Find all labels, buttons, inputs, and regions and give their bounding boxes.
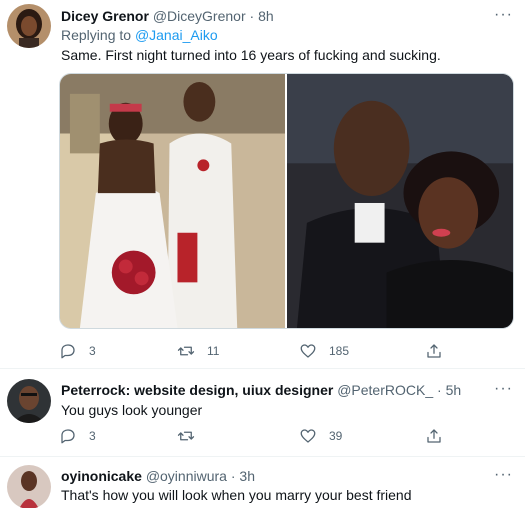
display-name[interactable]: Peterrock: website design, uiux designer [61, 382, 333, 398]
tweet-peterrock[interactable]: Peterrock: website design, uiux designer… [0, 369, 525, 457]
tweet-oyinonicake[interactable]: oyinonicake @oyinniwura · 3h ··· That's … [0, 457, 525, 508]
display-name[interactable]: oyinonicake [61, 468, 142, 484]
retweet-button[interactable] [177, 426, 195, 446]
like-count: 185 [329, 344, 350, 358]
wedding-photo[interactable] [60, 74, 285, 328]
couple-photo[interactable] [286, 74, 513, 328]
tweet-header: oyinonicake @oyinniwura · 3h [61, 467, 255, 485]
more-icon[interactable]: ··· [494, 7, 513, 23]
avatar-dicey-grenor[interactable] [7, 4, 51, 48]
tweet-media[interactable] [59, 73, 514, 329]
reply-icon [61, 429, 75, 444]
reply-button[interactable]: 3 [59, 341, 96, 361]
avatar-oyinonicake[interactable] [7, 465, 51, 508]
separator-dot: · [437, 382, 442, 398]
replying-to-prefix: Replying to [61, 27, 132, 43]
reply-count: 3 [89, 344, 96, 358]
tweet-text: That's how you will look when you marry … [61, 487, 412, 503]
retweet-count: 11 [207, 344, 220, 358]
more-icon[interactable]: ··· [494, 381, 513, 397]
replying-to-line: Replying to @Janai_Aiko [61, 26, 218, 44]
tweet-dicey-grenor[interactable]: Dicey Grenor @DiceyGrenor · 8h ··· Reply… [0, 0, 525, 362]
tweet-actions: 3 11 185 [59, 341, 455, 361]
share-icon [427, 344, 441, 358]
user-handle[interactable]: @PeterROCK_ [337, 382, 433, 398]
avatar-peterrock[interactable] [7, 379, 51, 423]
tweet-text: Same. First night turned into 16 years o… [61, 47, 441, 63]
user-handle[interactable]: @DiceyGrenor [153, 8, 246, 24]
tweet-actions: 3 39 [59, 426, 455, 446]
tweet-timestamp[interactable]: 5h [446, 382, 462, 398]
tweet-timestamp[interactable]: 3h [239, 468, 255, 484]
tweet-header: Peterrock: website design, uiux designer… [61, 381, 461, 399]
tweet-header: Dicey Grenor @DiceyGrenor · 8h [61, 7, 274, 25]
share-button[interactable] [425, 426, 443, 446]
separator-dot: · [249, 8, 255, 24]
retweet-button[interactable]: 11 [177, 341, 219, 361]
like-count: 39 [329, 429, 343, 443]
share-icon [427, 429, 441, 443]
retweet-icon [177, 346, 195, 356]
reply-icon [61, 344, 75, 359]
like-icon [300, 429, 316, 443]
like-button[interactable]: 39 [299, 426, 342, 446]
display-name[interactable]: Dicey Grenor [61, 8, 149, 24]
reply-count: 3 [89, 429, 96, 443]
share-button[interactable] [425, 341, 443, 361]
like-icon [300, 344, 316, 358]
tweet-timestamp[interactable]: 8h [258, 8, 274, 24]
tweet-text: You guys look younger [61, 402, 203, 418]
separator-dot: · [230, 468, 236, 484]
more-icon[interactable]: ··· [494, 467, 513, 483]
user-handle[interactable]: @oyinniwura [146, 468, 227, 484]
replying-to-mention[interactable]: @Janai_Aiko [135, 27, 218, 43]
like-button[interactable]: 185 [299, 341, 349, 361]
reply-button[interactable]: 3 [59, 426, 96, 446]
retweet-icon [177, 431, 195, 441]
